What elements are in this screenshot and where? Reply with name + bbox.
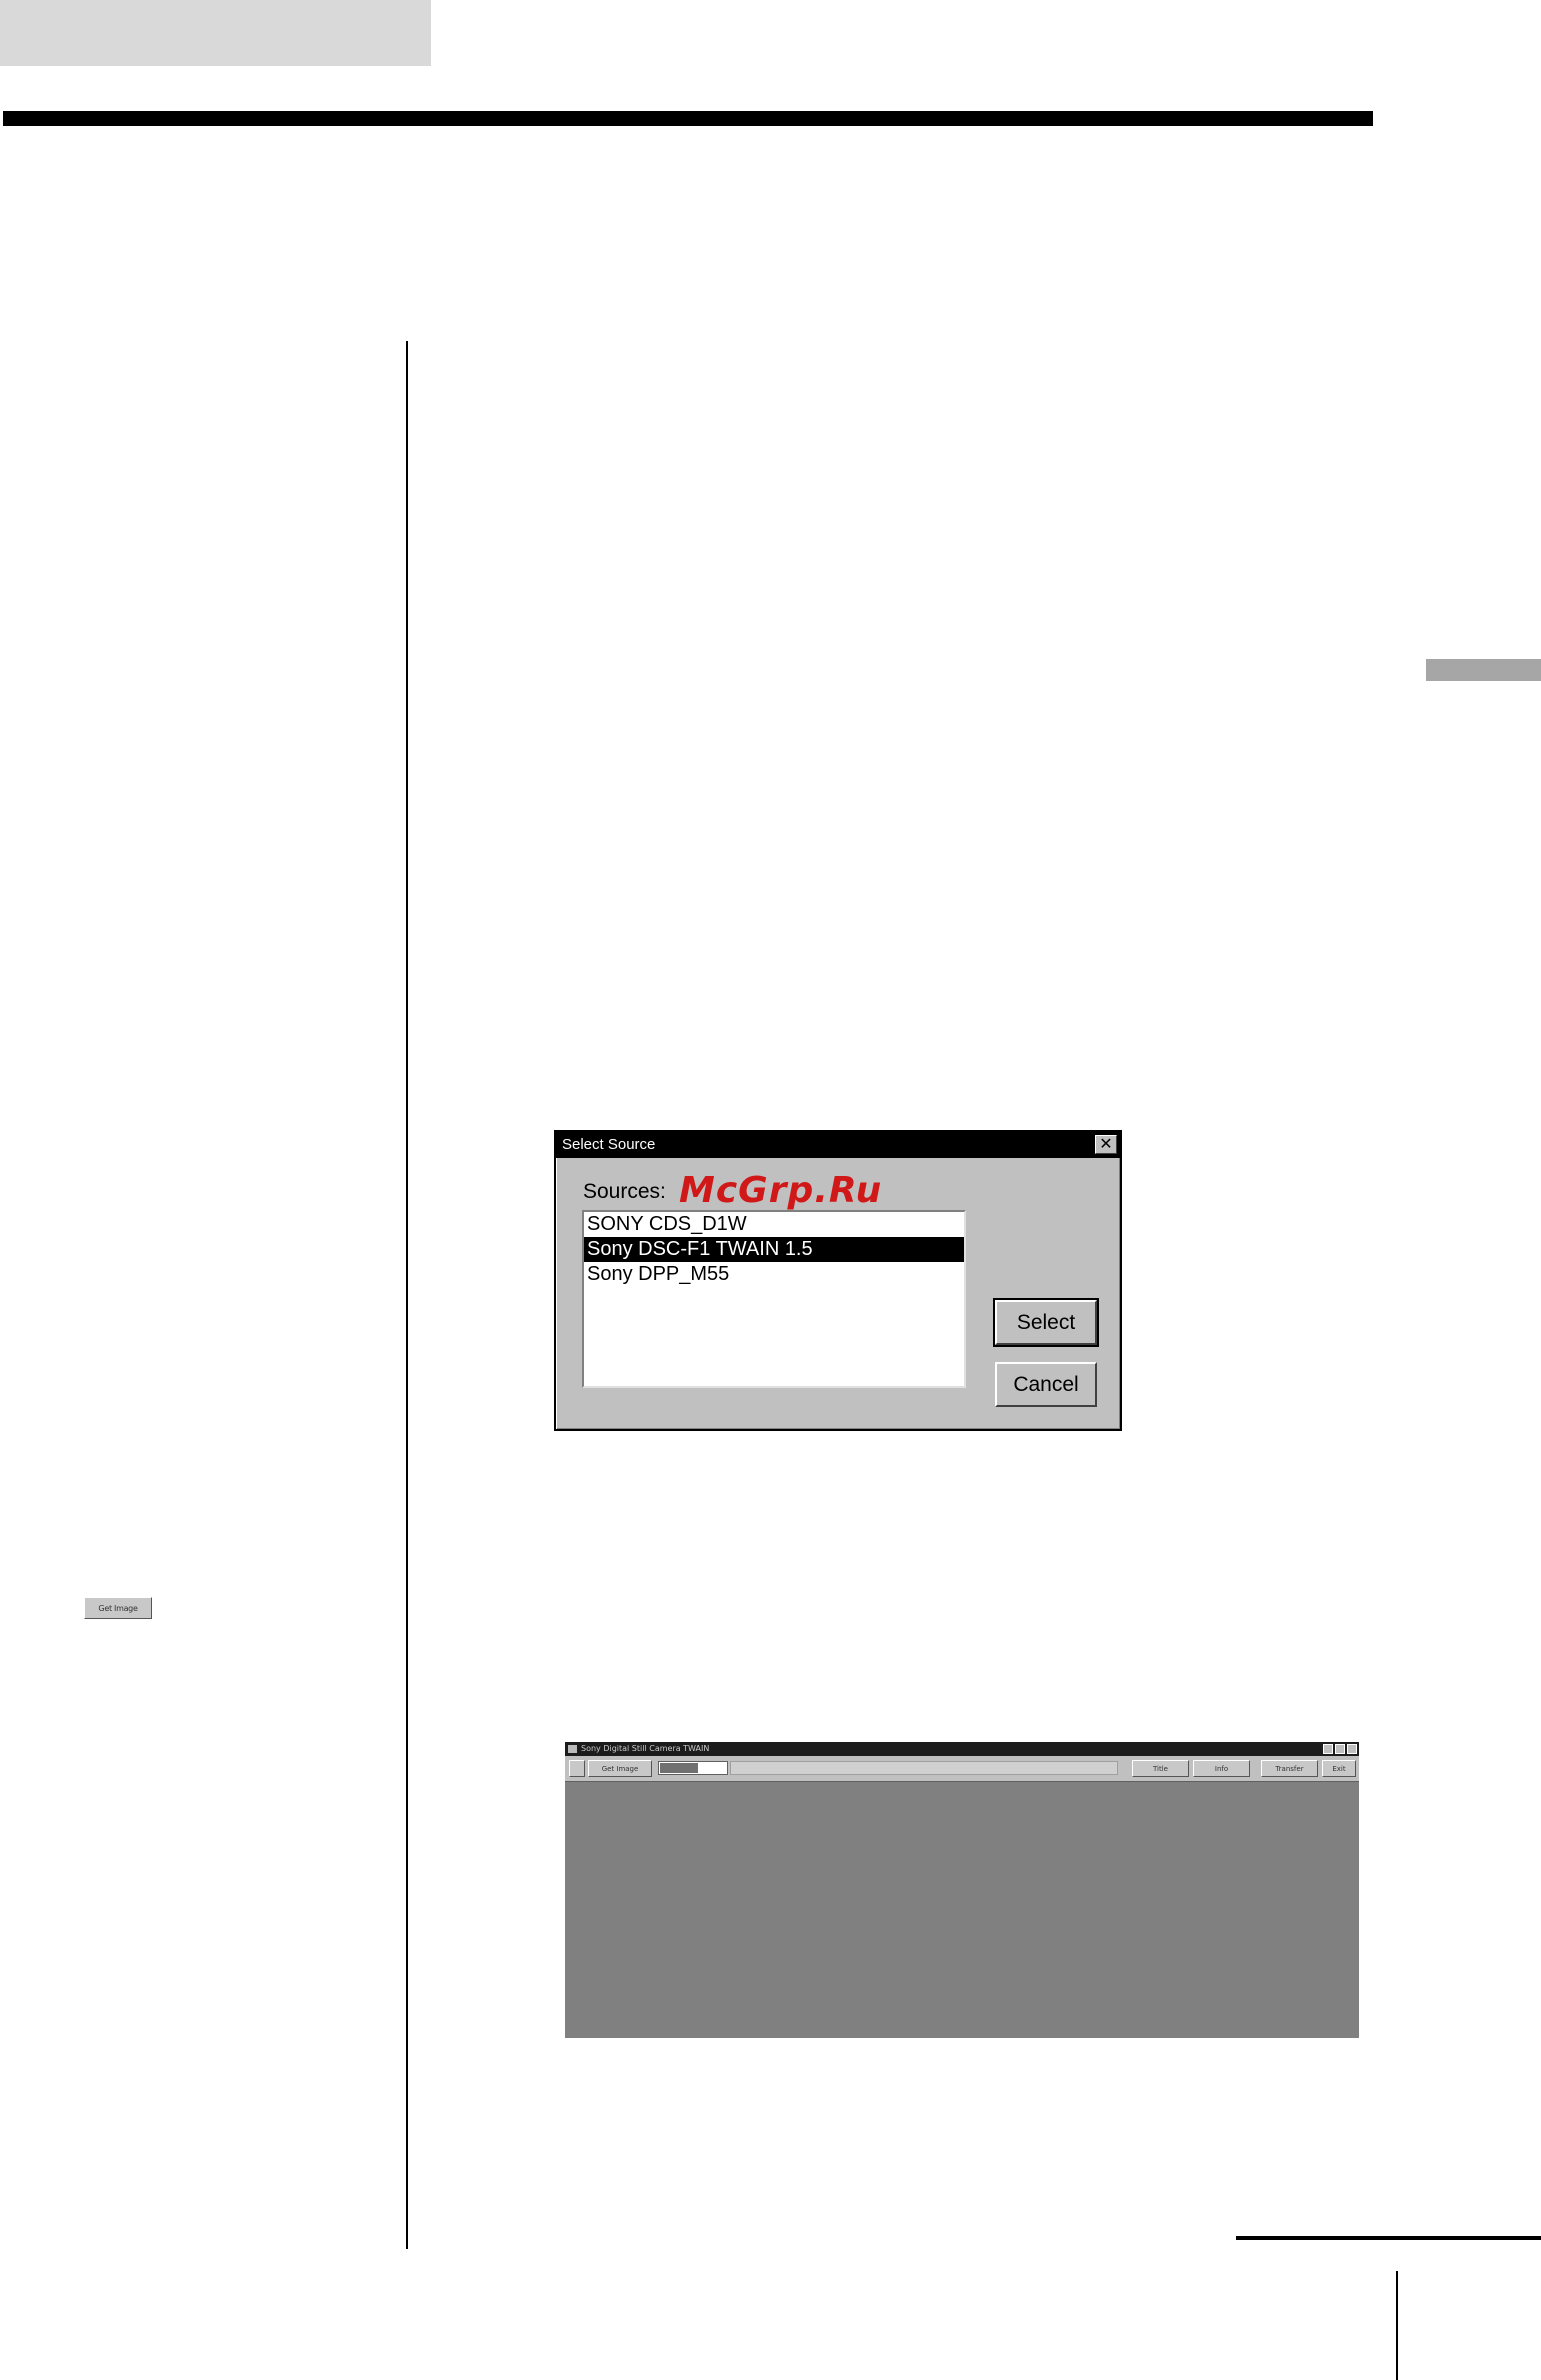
source-item[interactable]: Sony DPP_M55 <box>584 1262 964 1287</box>
minimize-icon[interactable] <box>1323 1744 1333 1754</box>
select-button[interactable]: Select <box>993 1298 1099 1347</box>
side-index-tab <box>1426 659 1541 681</box>
cancel-button[interactable]: Cancel <box>995 1362 1097 1407</box>
field-highlight <box>660 1763 698 1773</box>
footer-page-divider <box>1396 2271 1398 2380</box>
camera-icon[interactable] <box>569 1760 585 1777</box>
exit-button[interactable]: Exit <box>1322 1760 1356 1777</box>
info-button[interactable]: Info <box>1193 1760 1250 1777</box>
close-button[interactable]: ✕ <box>1095 1135 1117 1154</box>
sources-listbox[interactable]: SONY CDS_D1W Sony DSC-F1 TWAIN 1.5 Sony … <box>582 1210 966 1388</box>
dialog-titlebar: Select Source <box>556 1132 1120 1158</box>
get-image-button-icon: Get Image <box>84 1597 152 1619</box>
app-title: Sony Digital Still Camera TWAIN <box>581 1744 710 1753</box>
app-icon <box>568 1745 577 1753</box>
twain-app-window: Sony Digital Still Camera TWAIN Get Imag… <box>565 1742 1359 2038</box>
column-divider <box>406 341 408 2249</box>
app-toolbar: Get Image Title Info Transfer Exit <box>565 1756 1359 1782</box>
transfer-button[interactable]: Transfer <box>1261 1760 1318 1777</box>
image-field[interactable] <box>658 1761 728 1775</box>
maximize-icon[interactable] <box>1335 1744 1345 1754</box>
sources-label: Sources: <box>583 1180 666 1203</box>
watermark: McGrp.Ru <box>679 1170 883 1211</box>
title-button[interactable]: Title <box>1132 1760 1189 1777</box>
footer-rule <box>1236 2236 1541 2240</box>
source-item[interactable]: SONY CDS_D1W <box>584 1212 964 1237</box>
get-image-button[interactable]: Get Image <box>588 1760 652 1777</box>
status-field <box>730 1761 1118 1775</box>
header-gray-tab <box>0 0 431 66</box>
header-rule <box>3 111 1373 126</box>
app-titlebar: Sony Digital Still Camera TWAIN <box>565 1742 1359 1756</box>
close-icon: ✕ <box>1099 1134 1113 1153</box>
close-icon[interactable] <box>1347 1744 1357 1754</box>
source-item-selected[interactable]: Sony DSC-F1 TWAIN 1.5 <box>584 1237 964 1262</box>
dialog-title: Select Source <box>562 1136 656 1153</box>
select-source-dialog: Select Source ✕ Sources: McGrp.Ru SONY C… <box>554 1130 1122 1431</box>
